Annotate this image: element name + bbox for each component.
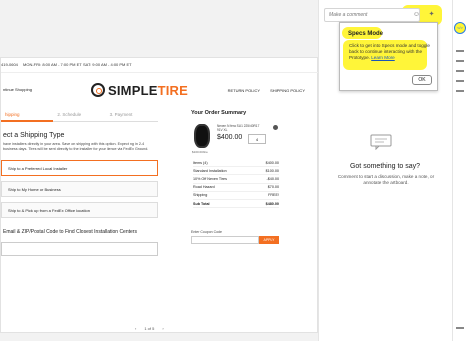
- product-price: $400.00: [217, 134, 243, 141]
- step-payment[interactable]: 3. Payment: [105, 109, 158, 122]
- toolbar-icon[interactable]: [456, 60, 464, 62]
- section-description: have installers directly in your area. S…: [3, 142, 149, 151]
- zip-input[interactable]: [1, 242, 158, 256]
- page-indicator: 1 of 5: [144, 326, 155, 331]
- option-fedex-office[interactable]: Ship to & Pick up from a FedEx Office lo…: [1, 202, 158, 218]
- apply-coupon-button[interactable]: APPLY: [259, 236, 279, 244]
- option-label: Ship to & Pick up from a FedEx Office lo…: [8, 208, 90, 213]
- emoji-icon[interactable]: ☺: [412, 10, 421, 19]
- option-home-business[interactable]: Ship to My Home or Business: [1, 181, 158, 197]
- empty-state-title: Got something to say?: [349, 163, 421, 170]
- tire-logo-icon: [91, 83, 105, 97]
- coupon-input[interactable]: [191, 236, 259, 244]
- line-road-hazard: Road Hazard $70.00: [193, 184, 279, 192]
- shipping-policy-link[interactable]: SHIPPING POLICY: [270, 88, 305, 93]
- artboard-pager: ‹ 1 of 5 ›: [135, 326, 164, 331]
- line-subtotal: Sub Total $480.00: [193, 200, 279, 209]
- phone-number: 419-0604: [1, 62, 18, 67]
- weekday-hours: MON-FRI: 8:00 AM - 7:00 PM ET: [23, 62, 82, 67]
- popup-title: Specs Mode: [348, 31, 384, 37]
- coupon-section: Enter Coupon Code APPLY: [191, 230, 279, 244]
- toolbar-icon[interactable]: [456, 50, 464, 52]
- continue-shopping-link[interactable]: ntinue Shopping: [3, 87, 32, 92]
- site-header: ntinue Shopping SIMPLETIRE RETURN POLICY…: [1, 72, 319, 108]
- section-title: ect a Shipping Type: [3, 132, 65, 139]
- line-discount: 10% Off Nexen Tires -$40.00: [193, 175, 279, 184]
- comment-input[interactable]: Make a comment: [324, 8, 420, 22]
- tire-caption: $100.00/tire: [192, 150, 208, 154]
- toolbar-icon[interactable]: [456, 90, 464, 92]
- zip-label: Email & ZIP/Postal Code to Find Closest …: [3, 229, 137, 235]
- prototype-artboard[interactable]: 419-0604 MON-FRI: 8:00 AM - 7:00 PM ET S…: [0, 57, 319, 333]
- ok-button[interactable]: OK: [412, 75, 432, 85]
- simpletire-logo[interactable]: SIMPLETIRE: [91, 79, 188, 101]
- step-schedule[interactable]: 2. Schedule: [53, 109, 106, 122]
- summary-title: Your Order Summary: [191, 110, 247, 116]
- toolbar-icon[interactable]: [456, 327, 464, 329]
- step-shipping[interactable]: hipping: [1, 109, 54, 122]
- stage: 419-0604 MON-FRI: 8:00 AM - 7:00 PM ET S…: [0, 0, 474, 341]
- option-label: Ship to a Preferred Local Installer: [8, 166, 68, 171]
- toolbar-icon[interactable]: [456, 70, 464, 72]
- option-local-installer[interactable]: Ship to a Preferred Local Installer: [1, 160, 158, 176]
- remove-item-icon[interactable]: [273, 125, 278, 130]
- empty-state-description: Comment to start a discussion, make a no…: [337, 174, 435, 186]
- return-policy-link[interactable]: RETURN POLICY: [228, 88, 260, 93]
- comment-bubble-icon: [370, 134, 392, 150]
- price-lines: Items (4) $400.00 Standard Installation $1…: [193, 159, 279, 209]
- next-page-icon[interactable]: ›: [162, 326, 163, 331]
- learn-more-link[interactable]: Learn More: [371, 55, 395, 60]
- toolbar-icon[interactable]: [456, 80, 464, 82]
- saturday-hours: SAT: 9:00 AM - 4:00 PM ET: [83, 62, 132, 67]
- prev-page-icon[interactable]: ‹: [135, 326, 136, 331]
- product-name: Nexen N fera SU1 225/40R17 91V XL: [217, 124, 260, 133]
- option-label: Ship to My Home or Business: [8, 187, 61, 192]
- line-items: Items (4) $400.00: [193, 159, 279, 168]
- specs-mode-popup: Specs Mode Click to get into Specs mode …: [339, 22, 438, 91]
- contact-bar: 419-0604 MON-FRI: 8:00 AM - 7:00 PM ET S…: [1, 58, 319, 72]
- order-summary: Your Order Summary: [191, 110, 279, 120]
- coupon-label: Enter Coupon Code: [191, 230, 222, 234]
- specs-mode-toggle-icon[interactable]: </>: [454, 22, 466, 34]
- popup-body: Click to get into Specs mode and toggle …: [349, 43, 430, 61]
- pin-icon[interactable]: ✦: [427, 10, 436, 19]
- line-shipping: Shipping FREE!: [193, 192, 279, 200]
- tire-thumbnail: [194, 124, 210, 148]
- line-installation: Standard Installation $100.00: [193, 167, 279, 176]
- checkout-steps: hipping 2. Schedule 3. Payment: [1, 109, 158, 122]
- quantity-select[interactable]: 4: [248, 134, 266, 144]
